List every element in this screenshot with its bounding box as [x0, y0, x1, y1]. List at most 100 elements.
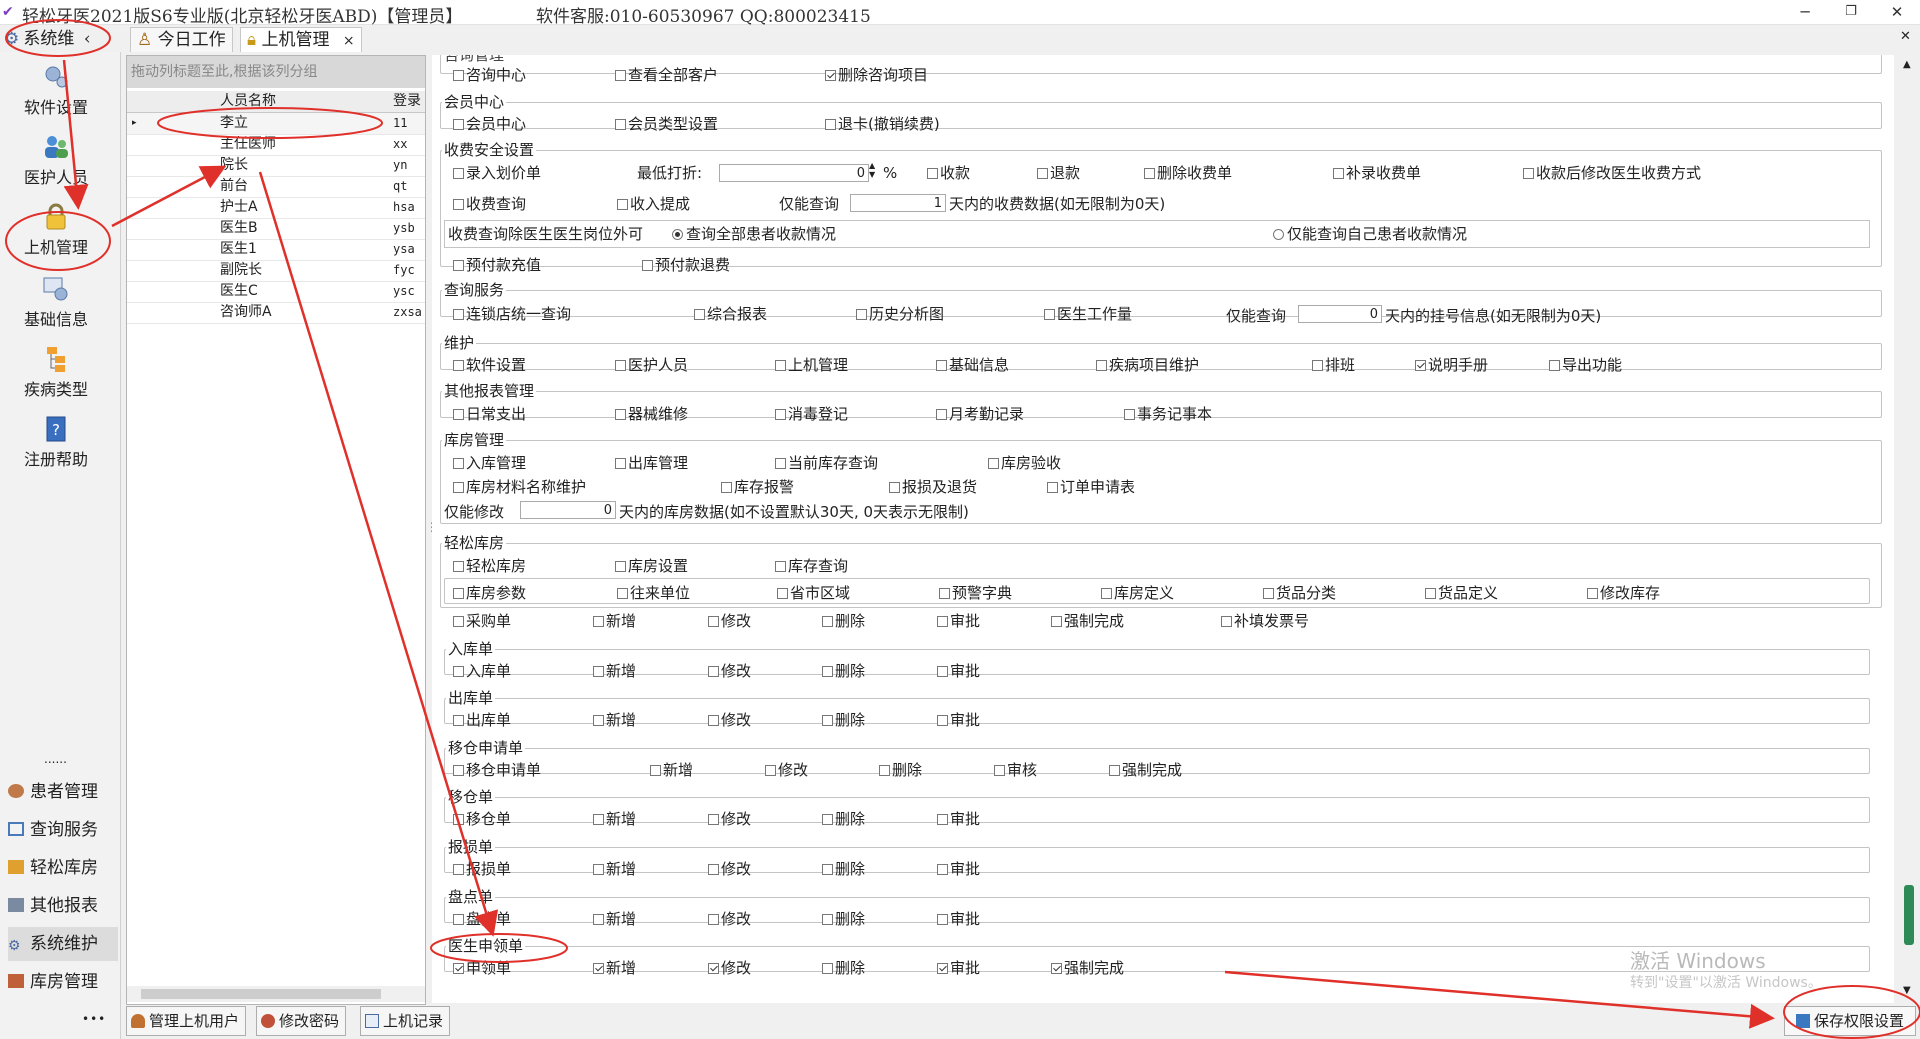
permission-checkbox[interactable]: 历史分析图	[856, 305, 944, 323]
permission-checkbox[interactable]: 货品分类	[1263, 584, 1336, 602]
permission-checkbox[interactable]: 审批	[937, 959, 980, 977]
checkbox-box[interactable]	[937, 666, 948, 677]
checkbox-box[interactable]	[453, 360, 464, 371]
checkbox-box[interactable]	[593, 914, 604, 925]
checkbox-box[interactable]	[775, 360, 786, 371]
permission-checkbox[interactable]: 查看全部客户	[615, 66, 718, 84]
permission-checkbox[interactable]: 入库单	[453, 662, 511, 680]
checkbox-box[interactable]	[453, 70, 464, 81]
query-days-input[interactable]: 0	[1298, 305, 1382, 323]
permission-checkbox[interactable]: 审批	[937, 860, 980, 878]
permission-checkbox[interactable]: 会员类型设置	[615, 115, 718, 133]
permission-checkbox[interactable]: 删除咨询项目	[825, 66, 928, 84]
permission-checkbox[interactable]: 库存报警	[721, 478, 794, 496]
nav-register-help[interactable]: ? 注册帮助	[0, 414, 112, 470]
permission-checkbox[interactable]: 删除	[822, 711, 865, 729]
checkbox-box[interactable]	[1523, 168, 1534, 179]
permission-checkbox[interactable]: 删除	[822, 910, 865, 928]
permission-checkbox[interactable]: 采购单	[453, 612, 511, 630]
checkbox-box[interactable]	[937, 963, 948, 974]
checkbox-box[interactable]	[1037, 168, 1048, 179]
permission-checkbox[interactable]: 修改	[708, 910, 751, 928]
checkbox-box[interactable]	[593, 715, 604, 726]
permission-checkbox[interactable]: 修改	[708, 860, 751, 878]
close-all-tabs-icon[interactable]: ✕	[1900, 29, 1911, 44]
permission-checkbox[interactable]: 补填发票号	[1221, 612, 1309, 630]
checkbox-box[interactable]	[708, 864, 719, 875]
permission-checkbox[interactable]: 新增	[593, 662, 636, 680]
checkbox-box[interactable]	[936, 360, 947, 371]
table-row[interactable]: 主任医师 xx	[127, 134, 425, 156]
checkbox-box[interactable]	[708, 715, 719, 726]
tab-today-work[interactable]: ♙ 今日工作	[130, 27, 233, 52]
checkbox-box[interactable]	[453, 814, 464, 825]
column-header-name[interactable]: 人员名称	[220, 91, 276, 112]
checkbox-box[interactable]	[1101, 588, 1112, 599]
checkbox-box[interactable]	[936, 409, 947, 420]
checkbox-box[interactable]	[1047, 482, 1058, 493]
permission-checkbox[interactable]: 库房定义	[1101, 584, 1174, 602]
checkbox-box[interactable]	[937, 715, 948, 726]
checkbox-box[interactable]	[615, 70, 626, 81]
spin-icon[interactable]: ▲	[869, 162, 875, 170]
permission-checkbox[interactable]: 审核	[994, 761, 1037, 779]
table-row[interactable]: 咨询师A zxsa	[127, 302, 425, 324]
checkbox-box[interactable]	[708, 963, 719, 974]
checkbox-box[interactable]	[650, 765, 661, 776]
checkbox-box[interactable]	[453, 458, 464, 469]
manage-users-button[interactable]: 管理上机用户	[126, 1006, 247, 1036]
checkbox-box[interactable]	[453, 963, 464, 974]
nav-other-reports[interactable]: 其他报表	[8, 889, 118, 923]
radio-dot[interactable]	[672, 229, 683, 240]
permission-checkbox[interactable]: 消毒登记	[775, 405, 848, 423]
checkbox-box[interactable]	[708, 666, 719, 677]
checkbox-box[interactable]	[775, 561, 786, 572]
checkbox-box[interactable]	[453, 119, 464, 130]
hscroll-thumb[interactable]	[141, 989, 381, 999]
table-row[interactable]: 院长 yn	[127, 155, 425, 177]
nav-system-maintenance[interactable]: ⚙ 系统维护	[8, 927, 118, 961]
permission-checkbox[interactable]: 强制完成	[1051, 612, 1124, 630]
checkbox-box[interactable]	[822, 914, 833, 925]
checkbox-box[interactable]	[937, 616, 948, 627]
table-row[interactable]: ▸ 李立 11	[127, 113, 425, 135]
permission-checkbox[interactable]: 预警字典	[939, 584, 1012, 602]
permission-checkbox[interactable]: 删除收费单	[1144, 164, 1232, 182]
table-row[interactable]: 护士A hsa	[127, 197, 425, 219]
permission-checkbox[interactable]: 说明手册	[1415, 356, 1488, 374]
checkbox-box[interactable]	[822, 715, 833, 726]
checkbox-box[interactable]	[1263, 588, 1274, 599]
nav-disease-types[interactable]: 疾病类型	[0, 344, 112, 400]
permission-checkbox[interactable]: 省市区域	[777, 584, 850, 602]
checkbox-box[interactable]	[822, 963, 833, 974]
permission-checkbox[interactable]: 轻松库房	[453, 557, 526, 575]
checkbox-box[interactable]	[615, 119, 626, 130]
checkbox-box[interactable]	[988, 458, 999, 469]
permission-checkbox[interactable]: 修改	[708, 662, 751, 680]
checkbox-box[interactable]	[453, 309, 464, 320]
permission-checkbox[interactable]: 删除	[822, 959, 865, 977]
nav-software-settings[interactable]: 软件设置	[0, 62, 112, 118]
checkbox-box[interactable]	[822, 814, 833, 825]
checkbox-box[interactable]	[1312, 360, 1323, 371]
checkbox-box[interactable]	[708, 814, 719, 825]
checkbox-box[interactable]	[593, 666, 604, 677]
checkbox-box[interactable]	[453, 482, 464, 493]
column-header-login[interactable]: 登录	[393, 91, 421, 112]
checkbox-box[interactable]	[615, 360, 626, 371]
checkbox-box[interactable]	[593, 963, 604, 974]
scroll-thumb[interactable]	[1904, 885, 1914, 945]
permission-checkbox[interactable]: 日常支出	[453, 405, 526, 423]
permission-checkbox[interactable]: 入库管理	[453, 454, 526, 472]
nav-login-management[interactable]: 上机管理	[0, 202, 112, 258]
permission-checkbox[interactable]: 移仓单	[453, 810, 511, 828]
checkbox-box[interactable]	[453, 765, 464, 776]
checkbox-box[interactable]	[617, 199, 628, 210]
checkbox-box[interactable]	[453, 199, 464, 210]
permission-checkbox[interactable]: 新增	[593, 959, 636, 977]
login-records-button[interactable]: 上机记录	[360, 1006, 451, 1036]
nav-patient-management[interactable]: 患者管理	[8, 775, 118, 809]
checkbox-box[interactable]	[1425, 588, 1436, 599]
permission-checkbox[interactable]: 审批	[937, 711, 980, 729]
save-permissions-button[interactable]: 保存权限设置	[1784, 1006, 1916, 1036]
